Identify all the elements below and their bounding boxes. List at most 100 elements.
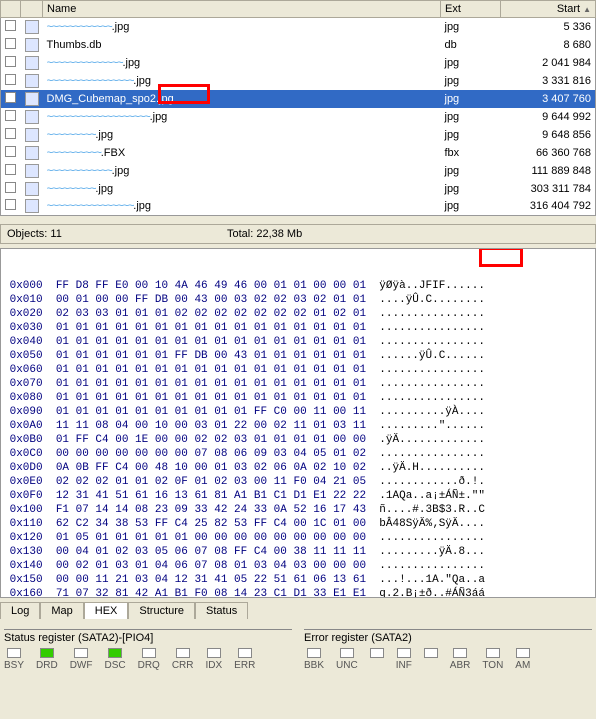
file-icon: [25, 92, 39, 106]
hex-row[interactable]: 0x0C0 00 00 00 00 00 00 00 07 08 06 09 0…: [3, 447, 593, 461]
file-table[interactable]: Name Ext Start▲ ~~~~~~~~~~~~.jpgjpg5 336…: [0, 0, 596, 216]
file-icon: [25, 182, 39, 196]
file-name[interactable]: ~~~~~~~~~~~~.jpg: [43, 18, 441, 36]
file-name[interactable]: Thumbs.db: [43, 36, 441, 54]
file-ext: jpg: [441, 54, 501, 72]
file-name[interactable]: ~~~~~~~~~~~~~~~~.jpg: [43, 198, 441, 216]
hex-row[interactable]: 0x040 01 01 01 01 01 01 01 01 01 01 01 0…: [3, 335, 593, 349]
tab-structure[interactable]: Structure: [128, 602, 195, 619]
file-ext: jpg: [441, 108, 501, 126]
file-name[interactable]: ~~~~~~~~~~~~~~~~.jpg: [43, 72, 441, 90]
hex-row[interactable]: 0x060 01 01 01 01 01 01 01 01 01 01 01 0…: [3, 363, 593, 377]
table-row[interactable]: ~~~~~~~~~~~~~~~~.jpgjpg3 331 816: [1, 72, 596, 90]
led-abr: ABR: [450, 648, 471, 671]
file-name[interactable]: ~~~~~~~~~.jpg: [43, 126, 441, 144]
led-dwf: DWF: [70, 648, 93, 671]
led-blank: [370, 648, 384, 671]
hex-row[interactable]: 0x150 00 00 11 21 03 04 12 31 41 05 22 5…: [3, 573, 593, 587]
hex-row[interactable]: 0x140 00 02 01 03 01 04 06 07 08 01 03 0…: [3, 559, 593, 573]
hex-row[interactable]: 0x0B0 01 FF C4 00 1E 00 00 02 02 03 01 0…: [3, 433, 593, 447]
file-start: 2 041 984: [501, 54, 596, 72]
hex-row[interactable]: 0x000 FF D8 FF E0 00 10 4A 46 49 46 00 0…: [3, 279, 593, 293]
checkbox[interactable]: [5, 56, 16, 67]
checkbox[interactable]: [5, 20, 16, 31]
hex-row[interactable]: 0x110 62 C2 34 38 53 FF C4 25 82 53 FF C…: [3, 517, 593, 531]
file-icon: [25, 199, 39, 213]
hex-row[interactable]: 0x120 01 05 01 01 01 01 01 00 00 00 00 0…: [3, 531, 593, 545]
file-start: 66 360 768: [501, 144, 596, 162]
led-drq: DRQ: [138, 648, 160, 671]
table-row[interactable]: ~~~~~~~~~~~~.jpgjpg5 336: [1, 18, 596, 36]
file-start: 9 644 992: [501, 108, 596, 126]
hex-row[interactable]: 0x030 01 01 01 01 01 01 01 01 01 01 01 0…: [3, 321, 593, 335]
tab-hex[interactable]: HEX: [84, 602, 129, 619]
led-am: AM: [515, 648, 530, 671]
file-start: 3 331 816: [501, 72, 596, 90]
checkbox[interactable]: [5, 146, 16, 157]
hex-row[interactable]: 0x090 01 01 01 01 01 01 01 01 01 01 FF C…: [3, 405, 593, 419]
file-name[interactable]: ~~~~~~~~~.jpg: [43, 180, 441, 198]
hex-viewer[interactable]: 0x000 FF D8 FF E0 00 10 4A 46 49 46 00 0…: [0, 248, 596, 598]
file-icon: [25, 74, 39, 88]
file-name[interactable]: ~~~~~~~~~~.FBX: [43, 144, 441, 162]
hex-row[interactable]: 0x160 71 07 32 81 42 A1 B1 F0 08 14 23 C…: [3, 587, 593, 598]
table-row[interactable]: ~~~~~~~~~~~~~~~~~~~.jpgjpg9 644 992: [1, 108, 596, 126]
table-row[interactable]: DMG_Cubemap_spo2.jpgjpg3 407 760: [1, 90, 596, 108]
tab-status[interactable]: Status: [195, 602, 248, 619]
hex-row[interactable]: 0x100 F1 07 14 14 08 23 09 33 42 24 33 0…: [3, 503, 593, 517]
file-start: 3 407 760: [501, 90, 596, 108]
tab-strip[interactable]: LogMapHEXStructureStatus: [0, 602, 596, 619]
hex-row[interactable]: 0x050 01 01 01 01 01 01 FF DB 00 43 01 0…: [3, 349, 593, 363]
file-ext: jpg: [441, 18, 501, 36]
checkbox[interactable]: [5, 38, 16, 49]
led-drd: DRD: [36, 648, 58, 671]
hex-row[interactable]: 0x070 01 01 01 01 01 01 01 01 01 01 01 0…: [3, 377, 593, 391]
file-name[interactable]: ~~~~~~~~~~~~.jpg: [43, 162, 441, 180]
led-err: ERR: [234, 648, 255, 671]
file-name[interactable]: ~~~~~~~~~~~~~~.jpg: [43, 54, 441, 72]
hex-row[interactable]: 0x0D0 0A 0B FF C4 00 48 10 00 01 03 02 0…: [3, 461, 593, 475]
table-row[interactable]: ~~~~~~~~~~.FBXfbx66 360 768: [1, 144, 596, 162]
hex-row[interactable]: 0x0A0 11 11 08 04 00 10 00 03 01 22 00 0…: [3, 419, 593, 433]
file-ext: jpg: [441, 126, 501, 144]
table-row[interactable]: ~~~~~~~~~.jpgjpg303 311 784: [1, 180, 596, 198]
tab-map[interactable]: Map: [40, 602, 83, 619]
table-row[interactable]: ~~~~~~~~~~~~~~~~.jpgjpg316 404 792: [1, 198, 596, 216]
file-icon: [25, 128, 39, 142]
col-ext[interactable]: Ext: [441, 1, 501, 18]
hex-row[interactable]: 0x010 00 01 00 00 FF DB 00 43 00 03 02 0…: [3, 293, 593, 307]
col-name[interactable]: Name: [43, 1, 441, 18]
hex-row[interactable]: 0x130 00 04 01 02 03 05 06 07 08 FF C4 0…: [3, 545, 593, 559]
table-row[interactable]: ~~~~~~~~~.jpgjpg9 648 856: [1, 126, 596, 144]
led-bsy: BSY: [4, 648, 24, 671]
file-name[interactable]: DMG_Cubemap_spo2.jpg: [43, 90, 441, 108]
hex-row[interactable]: 0x080 01 01 01 01 01 01 01 01 01 01 01 0…: [3, 391, 593, 405]
led-ton: TON: [482, 648, 503, 671]
col-check[interactable]: [1, 1, 21, 18]
file-icon: [25, 164, 39, 178]
col-start[interactable]: Start▲: [501, 1, 596, 18]
file-start: 9 648 856: [501, 126, 596, 144]
checkbox[interactable]: [5, 182, 16, 193]
table-row[interactable]: ~~~~~~~~~~~~~~.jpgjpg2 041 984: [1, 54, 596, 72]
hex-row[interactable]: 0x020 02 03 03 01 01 01 02 02 02 02 02 0…: [3, 307, 593, 321]
checkbox[interactable]: [5, 92, 16, 103]
file-name[interactable]: ~~~~~~~~~~~~~~~~~~~.jpg: [43, 108, 441, 126]
file-icon: [25, 56, 39, 70]
checkbox[interactable]: [5, 110, 16, 121]
table-row[interactable]: Thumbs.dbdb8 680: [1, 36, 596, 54]
checkbox[interactable]: [5, 164, 16, 175]
hex-row[interactable]: 0x0F0 12 31 41 51 61 16 13 61 81 A1 B1 C…: [3, 489, 593, 503]
file-icon: [25, 110, 39, 124]
checkbox[interactable]: [5, 128, 16, 139]
file-icon: [25, 20, 39, 34]
led-unc: UNC: [336, 648, 358, 671]
table-row[interactable]: ~~~~~~~~~~~~.jpgjpg111 889 848: [1, 162, 596, 180]
tab-log[interactable]: Log: [0, 602, 40, 619]
checkbox[interactable]: [5, 74, 16, 85]
led-blank: [424, 648, 438, 671]
file-icon: [25, 38, 39, 52]
checkbox[interactable]: [5, 199, 16, 210]
hex-row[interactable]: 0x0E0 02 02 02 01 01 02 0F 01 02 03 00 1…: [3, 475, 593, 489]
file-ext: jpg: [441, 180, 501, 198]
